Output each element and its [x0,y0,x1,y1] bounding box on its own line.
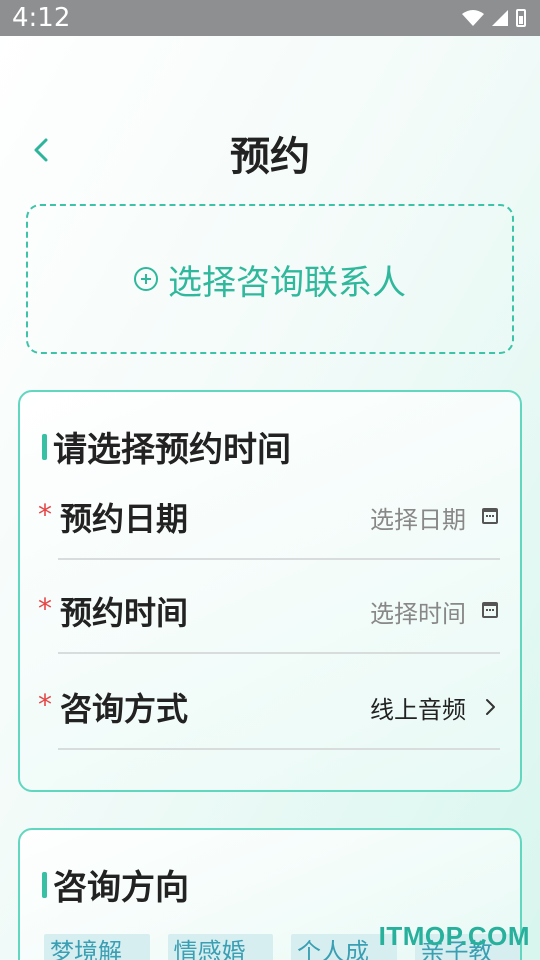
select-contact-button[interactable]: 选择咨询联系人 [26,204,514,354]
section-title-time: 请选择预约时间 [42,422,291,471]
required-mark: * [38,688,52,721]
section-title-direction: 咨询方向 [42,860,189,909]
section-title-text: 请选择预约时间 [53,430,291,470]
status-icons [462,9,526,27]
chevron-right-icon[interactable] [482,696,498,716]
tag-dream-analysis[interactable]: 梦境解析 [44,934,150,960]
divider [58,652,500,654]
required-mark: * [38,592,52,625]
time-row[interactable]: * 预约时间 选择时间 [38,580,500,654]
signal-icon [492,10,508,26]
time-value[interactable]: 选择时间 [370,594,466,629]
status-bar: 4:12 [0,0,540,36]
select-contact-label: 选择咨询联系人 [168,262,406,303]
tag-emotion-marriage[interactable]: 情感婚姻 [167,934,273,960]
consult-method-value[interactable]: 线上音频 [370,690,466,725]
calendar-icon[interactable] [482,508,498,524]
divider [58,748,500,750]
section-accent-bar [42,871,47,898]
consult-method-label: 咨询方式 [60,690,189,728]
required-mark: * [38,498,52,531]
date-value[interactable]: 选择日期 [370,500,466,535]
appointment-time-card: 请选择预约时间 * 预约日期 选择日期 * 预约时间 选择时间 * 咨询方式 线… [18,390,522,792]
wifi-icon [462,10,484,26]
section-accent-bar [42,433,47,460]
add-circle-icon [134,267,158,291]
status-time: 4:12 [12,3,71,33]
battery-icon [516,9,526,27]
watermark: ITMOP.COM [378,921,530,951]
consult-method-row[interactable]: * 咨询方式 线上音频 [38,676,500,750]
date-label: 预约日期 [60,500,189,538]
date-row[interactable]: * 预约日期 选择日期 [38,486,500,560]
time-label: 预约时间 [60,594,189,632]
divider [58,558,500,560]
calendar-icon[interactable] [482,602,498,618]
page-title: 预约 [230,134,310,180]
header: 预约 [0,118,540,182]
section-title-text: 咨询方向 [53,868,189,908]
